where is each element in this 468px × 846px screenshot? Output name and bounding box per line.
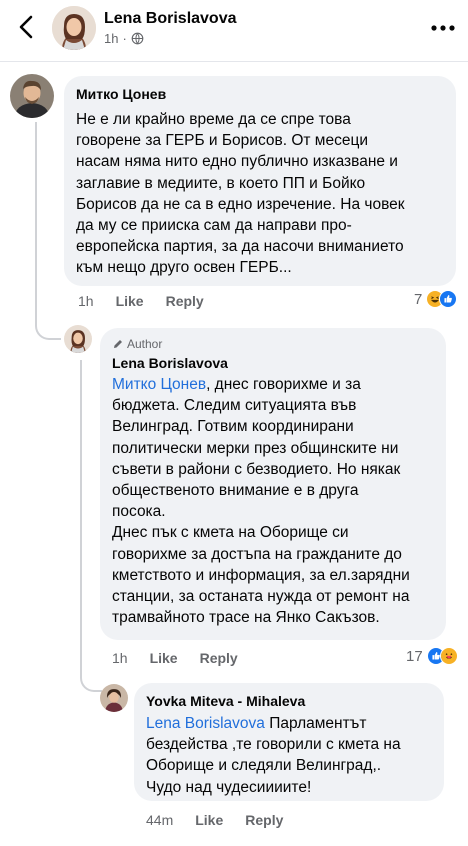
comment-line: заглавие в медиите, в което ПП и Бойко [76, 174, 366, 192]
comment-line: станции, за останата нужда от ремонт на [112, 588, 410, 606]
thread-line [80, 360, 82, 670]
comment-line: Чудо над чудесиииите! [146, 778, 312, 796]
comment-time: 1h [112, 650, 128, 666]
thread-connector [80, 666, 102, 692]
back-button[interactable] [12, 12, 40, 42]
comment-line: европейска партия, за да насочи внимание… [76, 238, 404, 256]
globe-icon [131, 32, 144, 45]
like-button[interactable]: Like [116, 293, 144, 309]
comment-line: посока. [112, 503, 166, 521]
comment-bubble: Yovka Miteva - Mihaleva Lena Borislavova… [134, 683, 444, 801]
comment-line: говорене за ГЕРБ и Борисов. От месеци [76, 132, 368, 150]
comment-line: Оборище и следяли Велинград,. [146, 757, 382, 775]
comment-line: Борисов да не са в едно изречение. На чо… [76, 195, 405, 213]
thread-connector [35, 318, 61, 340]
author-avatar[interactable] [52, 6, 96, 50]
comment-bubble: Author Lena Borislavova Митко Цонев, дне… [100, 328, 446, 640]
commenter-avatar[interactable] [10, 74, 54, 118]
reaction-summary[interactable]: 7 [414, 290, 458, 308]
comment-text: Митко Цонев, днес говорихме и за бюджета… [112, 374, 446, 628]
reaction-summary[interactable]: 17 [406, 647, 458, 665]
comment-text: Не е ли крайно време да се спре това гов… [76, 109, 456, 279]
post-header: Lena Borislavova 1h · [0, 0, 468, 62]
reaction-count: 7 [414, 290, 423, 308]
reply-button[interactable]: Reply [166, 293, 204, 309]
comment-line: насам няма нито едно публично изказване … [76, 153, 398, 171]
comment-author[interactable]: Митко Цонев [76, 86, 166, 102]
comment-time: 1h [78, 293, 94, 309]
comment-actions: 1h Like Reply [112, 650, 238, 666]
comment-author[interactable]: Yovka Miteva - Mihaleva [146, 693, 305, 709]
ellipsis-icon [431, 25, 455, 31]
comment-line: политически мерки през общинските ни [112, 439, 399, 457]
comment-line: съвети в райони с безводието. Но някак [112, 460, 401, 478]
mention-link[interactable]: Lena Borislavova [146, 715, 265, 732]
comment-line: говорихме за достъпа на гражданите до [112, 545, 402, 563]
comment-line: към нещо друго освен ГЕРБ... [76, 259, 292, 277]
thread-line [35, 122, 37, 322]
comment-line-rest: , днес говорихме и за [206, 376, 361, 393]
comment-actions: 44m Like Reply [146, 812, 283, 828]
chevron-left-icon [19, 15, 33, 39]
comment-line: Lena Borislavova Парламентът [146, 713, 444, 734]
commenter-avatar[interactable] [100, 684, 128, 712]
mention-link[interactable]: Митко Цонев [112, 376, 206, 393]
comment-line: трамвайното трасе на Янко Сакъзов. [112, 609, 380, 627]
comment-line: да му се прииска сам да направи про- [76, 217, 352, 235]
comment-text: Lena Borislavova Парламентът бездейства … [146, 713, 444, 798]
comment-line: Велинград. Готвим координирани [112, 418, 354, 436]
comment-line: кметството и информация, за ел.зарядни [112, 566, 410, 584]
author-badge: Author [112, 336, 162, 352]
like-icon [439, 290, 458, 308]
comment-line: бездейства ,те говорили с кмета на [146, 736, 401, 754]
like-button[interactable]: Like [150, 650, 178, 666]
comment-line: Митко Цонев, днес говорихме и за [112, 374, 446, 395]
reply-button[interactable]: Reply [200, 650, 238, 666]
author-badge-label: Author [127, 337, 163, 351]
comment-author[interactable]: Lena Borislavova [112, 355, 228, 371]
comment-line: Не е ли крайно време да се спре това [76, 111, 351, 128]
comment-line: общественото внимание е в друга [112, 482, 359, 500]
post-meta: 1h · [104, 31, 144, 46]
reaction-count: 17 [406, 647, 423, 665]
like-button[interactable]: Like [195, 812, 223, 828]
comment-actions: 1h Like Reply [78, 293, 204, 309]
comment-line-rest: Парламентът [264, 715, 367, 732]
comment-line: Днес пък с кмета на Оборище си [112, 524, 349, 542]
comment-bubble: Митко Цонев Не е ли крайно време да се с… [64, 76, 456, 286]
comment-line: бюджета. Следим ситуацията във [112, 397, 357, 415]
post-time: 1h [104, 31, 119, 46]
pencil-icon [114, 340, 122, 348]
header-author-name[interactable]: Lena Borislavova [104, 10, 237, 28]
care-icon [439, 647, 458, 665]
meta-separator: · [122, 31, 127, 46]
reply-button[interactable]: Reply [245, 812, 283, 828]
more-options-button[interactable] [428, 16, 458, 40]
comment-time: 44m [146, 812, 174, 828]
commenter-avatar[interactable] [64, 325, 92, 353]
